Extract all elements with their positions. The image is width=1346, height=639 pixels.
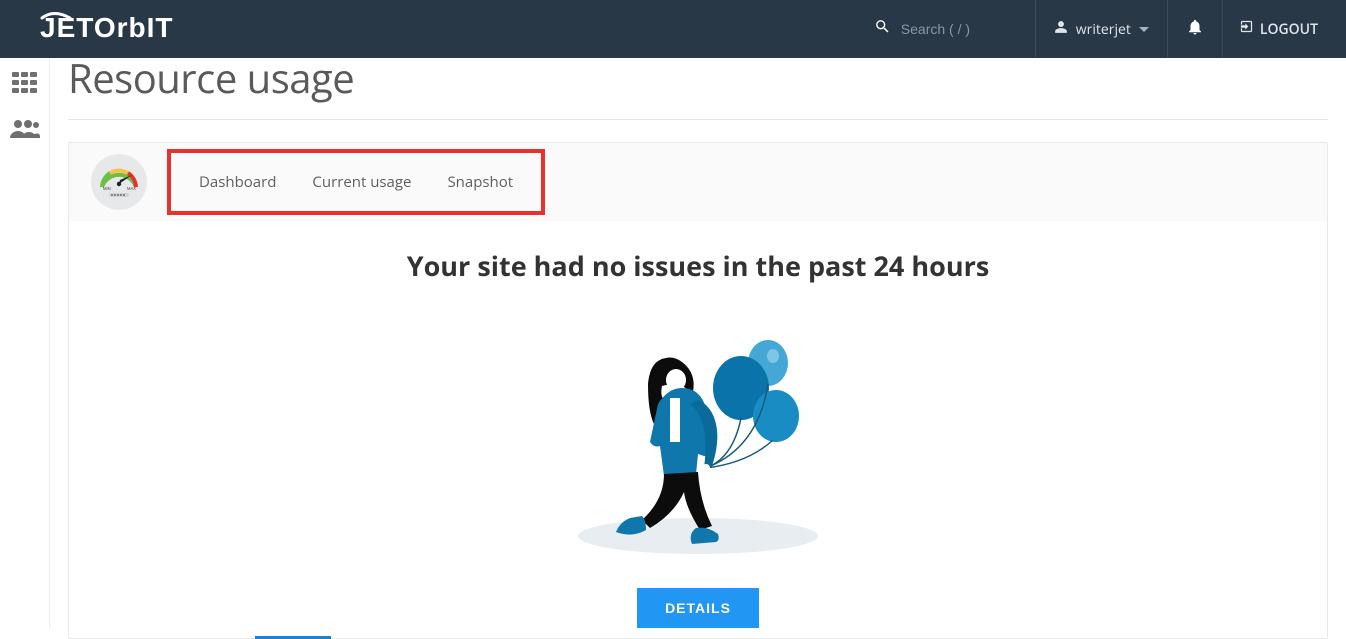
tab-label: Current usage <box>312 172 411 192</box>
page-title: Resource usage <box>68 50 1328 105</box>
svg-text:MIN: MIN <box>103 186 111 191</box>
tab-current-usage[interactable]: Current usage <box>294 153 429 211</box>
left-rail <box>0 58 50 628</box>
user-icon <box>1054 20 1068 39</box>
tab-snapshot[interactable]: Snapshot <box>429 153 531 211</box>
rail-users-icon[interactable] <box>7 114 43 144</box>
tab-dashboard[interactable]: Dashboard <box>181 153 294 211</box>
panel-body: Your site had no issues in the past 24 h… <box>69 221 1327 638</box>
search-icon <box>874 18 891 40</box>
panel-header: MIN MAX Dashboard Current usage Snapshot <box>69 143 1327 221</box>
chevron-down-icon <box>1139 27 1149 32</box>
divider <box>68 119 1328 120</box>
tab-label: Snapshot <box>447 172 513 192</box>
brand-logo[interactable]: JETOrbIT <box>40 12 240 46</box>
username-label: writerjet <box>1076 20 1131 39</box>
bell-icon <box>1186 18 1204 41</box>
details-button[interactable]: DETAILS <box>637 588 759 628</box>
search-input[interactable] <box>901 21 1011 37</box>
logout-icon <box>1239 19 1254 39</box>
main: Resource usage MIN MAX <box>50 58 1346 628</box>
logout-label: LOGOUT <box>1260 20 1318 39</box>
tabs-highlight-box: Dashboard Current usage Snapshot <box>167 149 545 215</box>
details-button-label: DETAILS <box>665 600 731 616</box>
resource-panel: MIN MAX Dashboard Current usage Snapshot <box>68 142 1328 639</box>
tab-label: Dashboard <box>199 172 276 192</box>
gauge-icon: MIN MAX <box>91 154 147 210</box>
status-heading: Your site had no issues in the past 24 h… <box>89 247 1307 284</box>
svg-text:JETOrbIT: JETOrbIT <box>40 12 174 43</box>
rail-apps-icon[interactable] <box>7 68 43 98</box>
search[interactable] <box>874 18 1035 40</box>
svg-text:MAX: MAX <box>127 186 136 191</box>
illustration <box>558 318 838 568</box>
